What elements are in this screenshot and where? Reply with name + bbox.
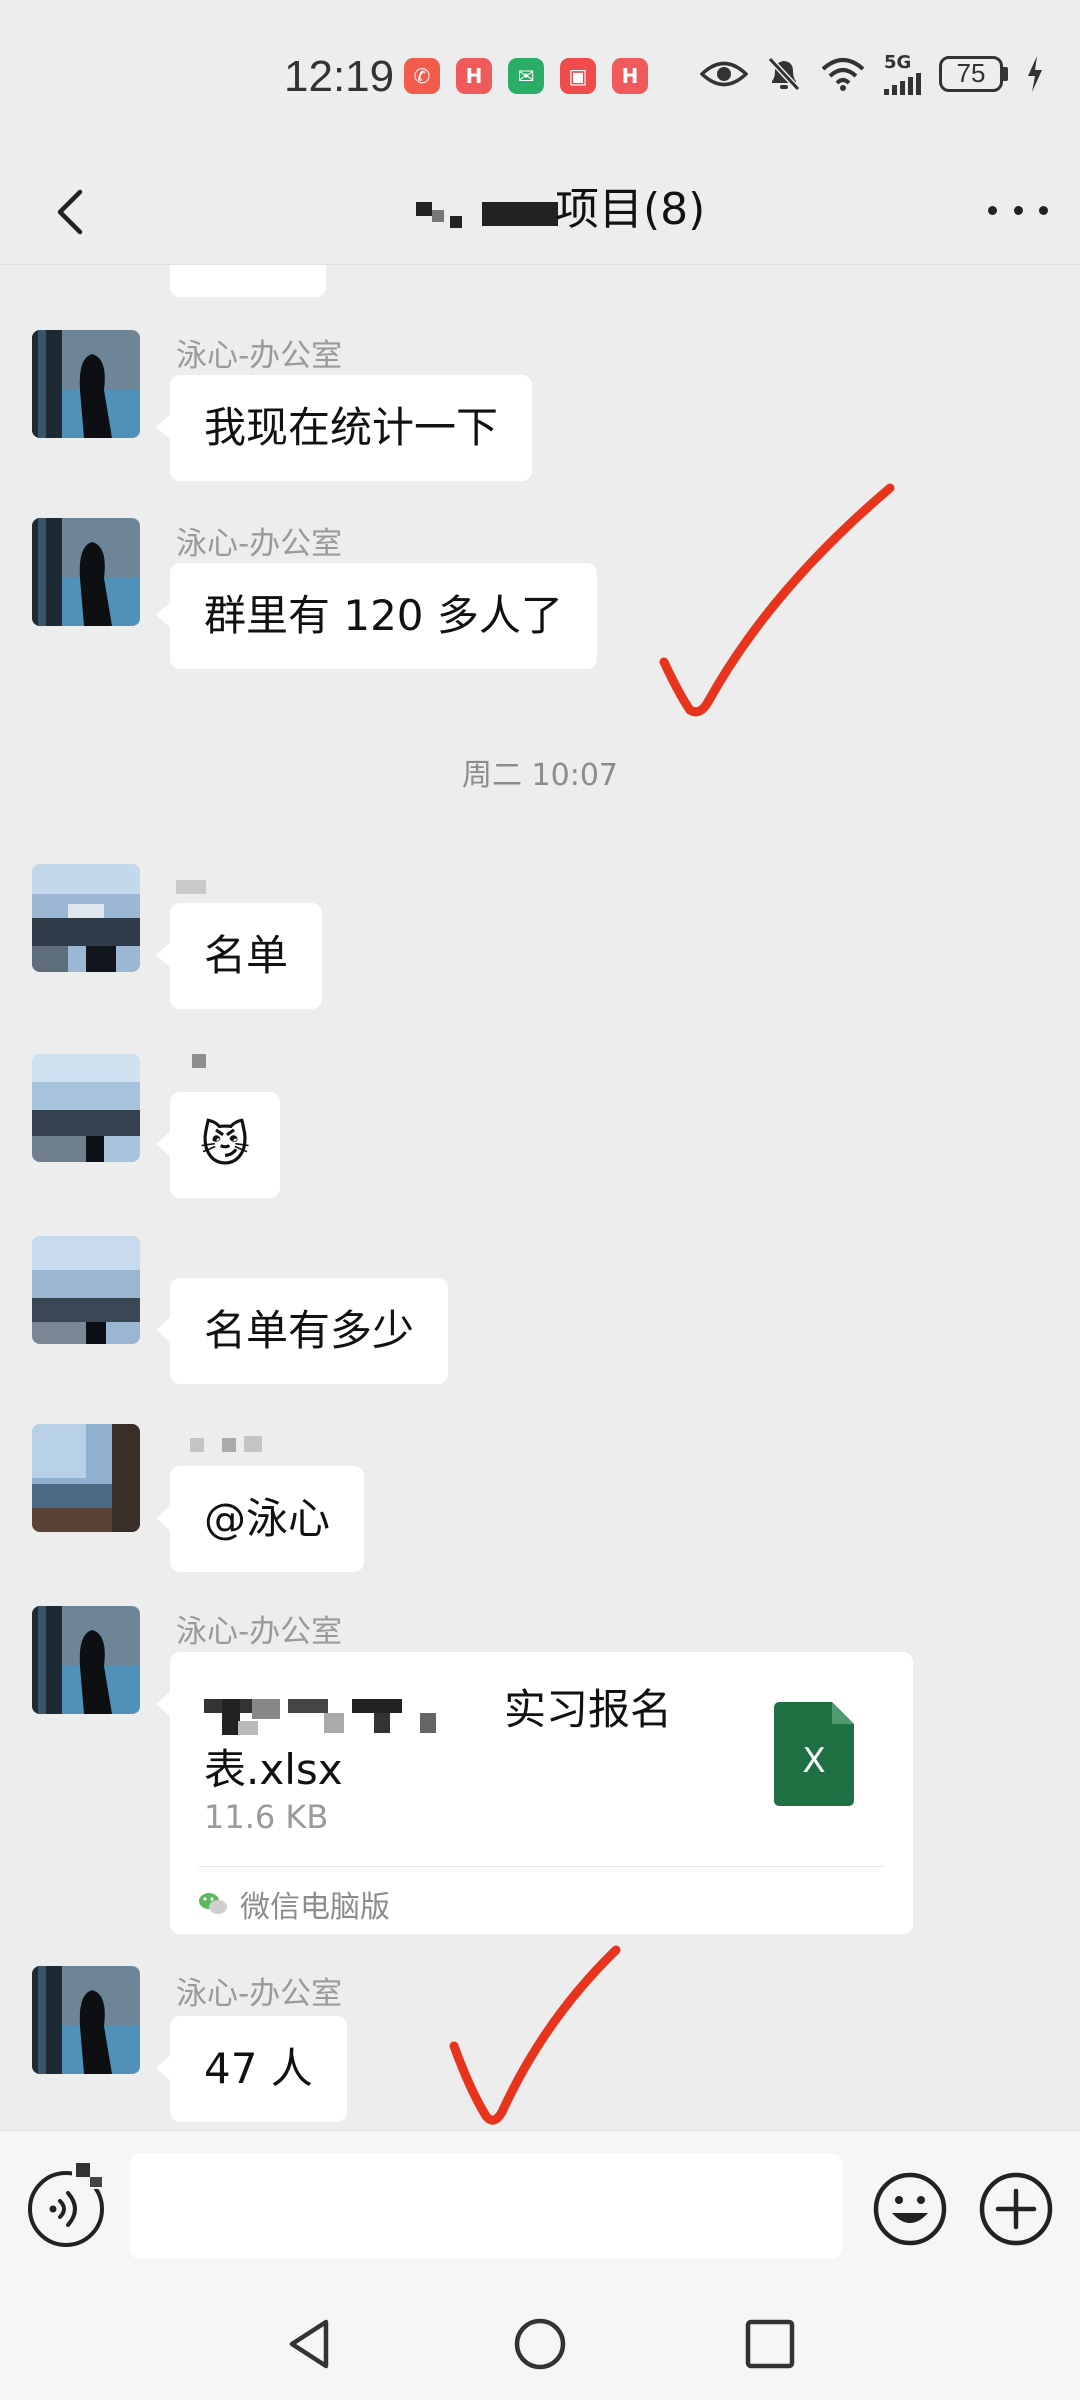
huawei-store-icon: H [612,58,648,94]
message-bubble[interactable]: 群里有 120 多人了 [156,563,597,669]
avatar[interactable] [32,1606,140,1714]
file-card-divider [198,1866,885,1867]
file-name-visible: 实习报名 [504,1685,673,1734]
avatar-pixelated[interactable] [32,1424,140,1532]
excel-file-icon: X [774,1702,854,1806]
signal-icon [884,73,921,95]
message-bubble[interactable]: 47 人 [156,2016,347,2122]
red-checkmark-annotation [659,483,895,717]
message-bubble[interactable]: 名单 [155,903,323,1009]
wifi-icon [821,57,865,91]
books-icon: ▣ [560,58,596,94]
battery-level: 75 [939,55,1003,92]
huawei-app-icon: H [456,58,492,94]
message-bubble[interactable]: 名单有多少 [155,1278,449,1384]
file-source: 微信电脑版 [198,1882,390,1926]
time-separator: 周二 10:07 [462,758,618,793]
mute-bell-icon [767,56,801,91]
chat-title: 项目(8) [555,184,706,235]
status-time: 12:19 [284,52,395,101]
sender-name-redacted [190,1436,270,1452]
emoji-message-bubble[interactable]: 😼 [155,1092,281,1198]
chat-input-bar [0,2130,1080,2281]
system-icons: 5G 75 [700,52,1044,95]
message-bubble[interactable]: 我现在统计一下 [155,375,533,481]
file-message-card[interactable]: 实习报名 表.xlsx 11.6 KB X 微信电脑版 [156,1652,913,1934]
avatar-pixelated[interactable] [32,1236,140,1344]
title-redacted-part [410,198,560,228]
sender-name: 泳心-办公室 [176,526,343,562]
sender-name: 泳心-办公室 [176,338,343,374]
nav-home-icon[interactable] [510,2314,570,2374]
avatar[interactable] [32,330,140,438]
charging-icon [1028,55,1042,92]
file-name-redacted-part [204,1691,504,1735]
red-checkmark-annotation [449,1945,621,2125]
notification-icons: ✆ H ✉ ▣ H [404,58,648,94]
wechat-icon: ✉ [508,58,544,94]
avatar-pixelated[interactable] [32,864,140,972]
sender-name-redacted [176,880,206,894]
emoji-button-icon[interactable] [872,2171,948,2247]
sender-name-redacted [192,1054,206,1068]
add-more-button-icon[interactable] [978,2171,1054,2247]
nav-recents-icon[interactable] [740,2314,800,2374]
network-type-label: 5G [884,52,912,73]
partial-message-bubble [170,265,326,297]
message-bubble[interactable]: @泳心 [155,1466,365,1572]
nav-back-icon[interactable] [280,2314,340,2374]
eye-comfort-icon [700,61,748,86]
system-navigation-bar [0,2280,1080,2400]
sender-name: 泳心-办公室 [176,1614,343,1650]
avatar[interactable] [32,518,140,626]
voice-button-redacted-corner [72,2157,104,2189]
file-name: 实习报名 表.xlsx [204,1680,724,1800]
file-source-label: 微信电脑版 [240,1890,390,1925]
avatar-pixelated[interactable] [32,1054,140,1162]
file-size: 11.6 KB [204,1798,329,1836]
more-options-icon[interactable] [988,190,1048,230]
missed-call-icon: ✆ [404,58,440,94]
sender-name: 泳心-办公室 [176,1976,343,2012]
avatar[interactable] [32,1966,140,2074]
voice-input-button[interactable] [28,2157,104,2247]
wechat-pc-icon [199,1893,227,1914]
chat-header: 项目(8) [0,160,1080,265]
back-arrow-icon[interactable] [44,182,104,242]
file-name-line2: 表.xlsx [204,1745,343,1794]
status-bar: 12:19 ✆ H ✉ ▣ H 5G 75 [0,0,1080,160]
excel-icon-letter: X [802,1741,825,1781]
battery-icon: 75 [939,55,1008,92]
message-input[interactable] [130,2153,842,2259]
